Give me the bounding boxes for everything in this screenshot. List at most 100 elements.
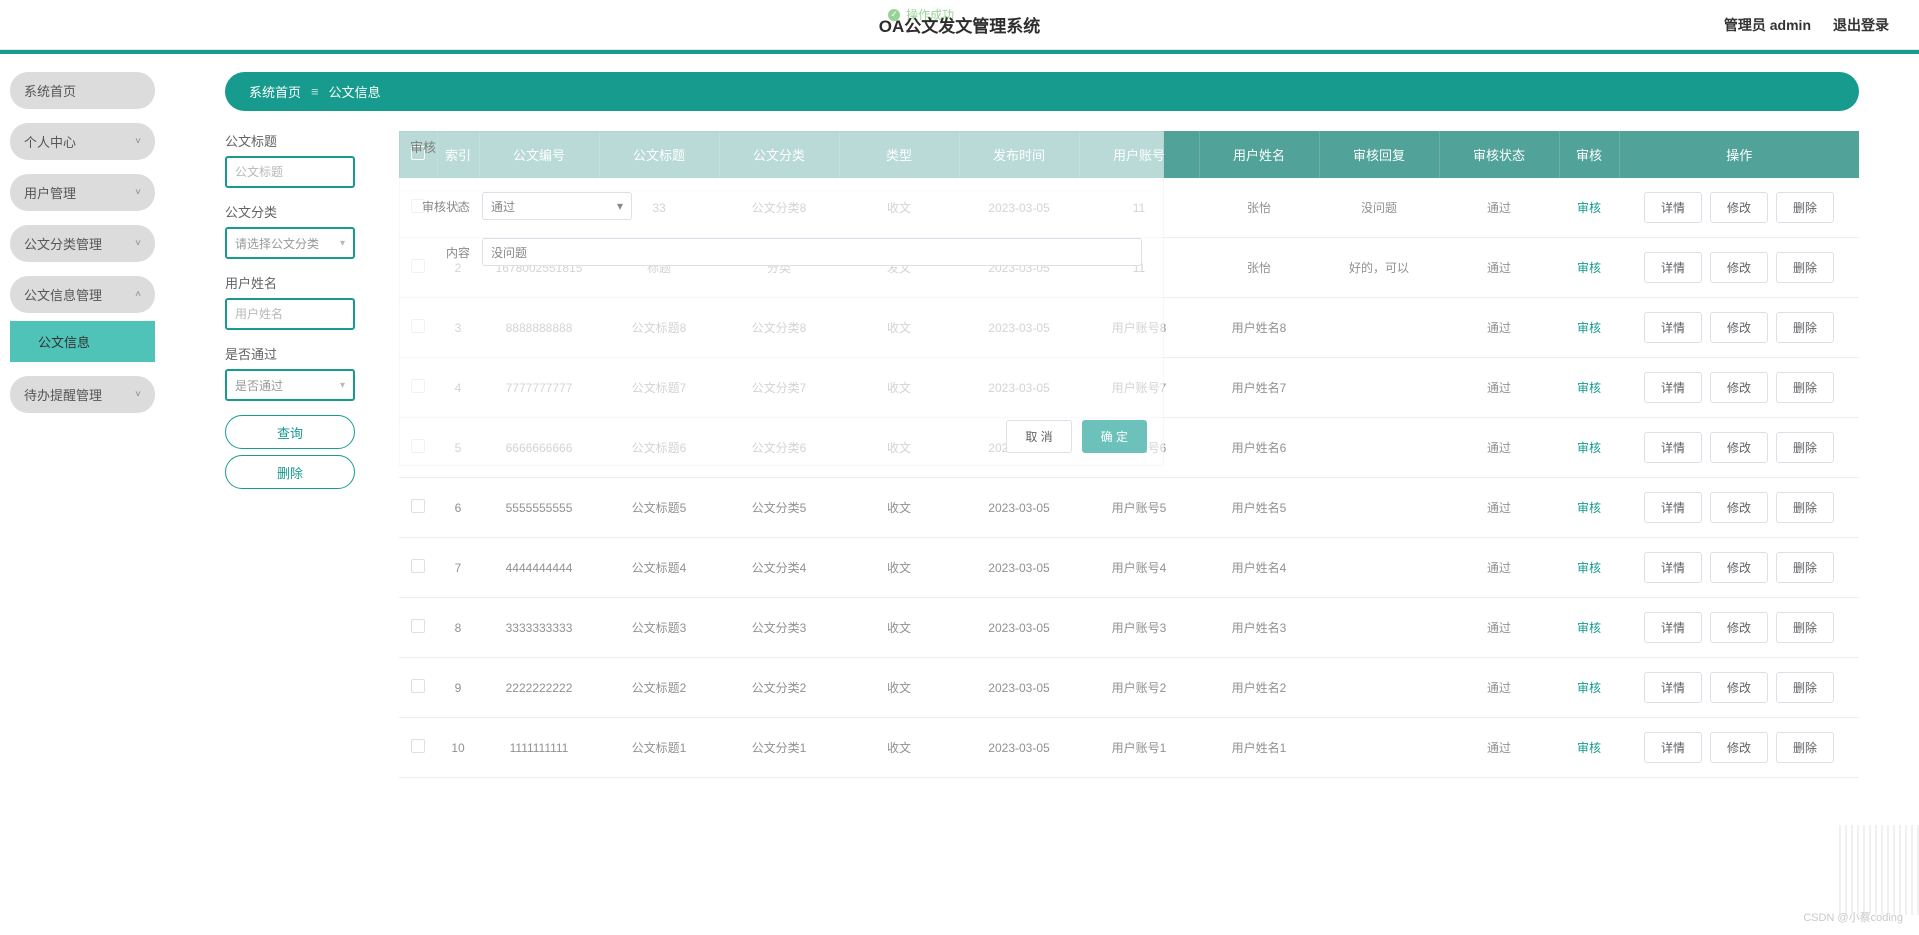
row-delete-button[interactable]: 删除 [1776, 432, 1834, 463]
row-checkbox[interactable] [411, 679, 425, 693]
current-user[interactable]: 管理员 admin [1724, 15, 1811, 35]
sidebar-item-0[interactable]: 系统首页 [10, 72, 155, 109]
filter-pass-select[interactable]: 是否通过 ▾ [225, 369, 355, 401]
filter-title-label: 公文标题 [225, 131, 385, 150]
row-edit-button[interactable]: 修改 [1710, 612, 1768, 643]
table-row: 1167800257171733公文分类8收文2023-03-0511张怡没问题… [399, 178, 1859, 238]
table-cell [1319, 358, 1439, 418]
row-detail-button[interactable]: 详情 [1644, 672, 1702, 703]
table-cell: 2023-03-05 [959, 298, 1079, 358]
audit-link[interactable]: 审核 [1577, 621, 1601, 635]
row-detail-button[interactable]: 详情 [1644, 312, 1702, 343]
row-delete-button[interactable]: 删除 [1776, 372, 1834, 403]
audit-link[interactable]: 审核 [1577, 741, 1601, 755]
audit-link[interactable]: 审核 [1577, 501, 1601, 515]
row-edit-button[interactable]: 修改 [1710, 492, 1768, 523]
filter-name-input[interactable] [225, 298, 355, 330]
row-edit-button[interactable]: 修改 [1710, 312, 1768, 343]
row-detail-button[interactable]: 详情 [1644, 372, 1702, 403]
row-detail-button[interactable]: 详情 [1644, 432, 1702, 463]
table-cell [399, 418, 437, 478]
filter-title-input[interactable] [225, 156, 355, 188]
table-cell: 公文分类5 [719, 478, 839, 538]
table-cell: 详情修改删除 [1619, 418, 1859, 478]
row-detail-button[interactable]: 详情 [1644, 192, 1702, 223]
row-delete-button[interactable]: 删除 [1776, 672, 1834, 703]
audit-link[interactable]: 审核 [1577, 321, 1601, 335]
table-cell: 2222222222 [479, 658, 599, 718]
table-cell: 详情修改删除 [1619, 298, 1859, 358]
row-detail-button[interactable]: 详情 [1644, 552, 1702, 583]
row-checkbox[interactable] [411, 439, 425, 453]
row-delete-button[interactable]: 删除 [1776, 192, 1834, 223]
row-edit-button[interactable]: 修改 [1710, 432, 1768, 463]
row-edit-button[interactable]: 修改 [1710, 552, 1768, 583]
table-cell: 用户姓名3 [1199, 598, 1319, 658]
table-cell: 收文 [839, 298, 959, 358]
table-row: 74444444444公文标题4公文分类4收文2023-03-05用户账号4用户… [399, 538, 1859, 598]
table-cell: 公文标题3 [599, 598, 719, 658]
row-edit-button[interactable]: 修改 [1710, 252, 1768, 283]
filter-name-field[interactable] [235, 307, 345, 321]
modal-cancel-button[interactable]: 取 消 [1006, 420, 1071, 453]
row-delete-button[interactable]: 删除 [1776, 312, 1834, 343]
sidebar-item-5[interactable]: 待办提醒管理˅ [10, 376, 155, 413]
row-detail-button[interactable]: 详情 [1644, 252, 1702, 283]
query-button[interactable]: 查询 [225, 415, 355, 449]
row-checkbox[interactable] [411, 259, 425, 273]
row-edit-button[interactable]: 修改 [1710, 732, 1768, 763]
sidebar-item-2[interactable]: 用户管理˅ [10, 174, 155, 211]
table-cell: 7777777777 [479, 358, 599, 418]
sidebar-item-label: 公文分类管理 [24, 234, 102, 253]
row-edit-button[interactable]: 修改 [1710, 192, 1768, 223]
audit-link[interactable]: 审核 [1577, 261, 1601, 275]
table-cell: 详情修改删除 [1619, 538, 1859, 598]
row-delete-button[interactable]: 删除 [1776, 552, 1834, 583]
row-detail-button[interactable]: 详情 [1644, 732, 1702, 763]
row-checkbox[interactable] [411, 739, 425, 753]
breadcrumb-home[interactable]: 系统首页 [249, 82, 301, 101]
audit-link[interactable]: 审核 [1577, 441, 1601, 455]
row-checkbox[interactable] [411, 379, 425, 393]
table-cell: 公文标题1 [599, 718, 719, 778]
table-cell: 收文 [839, 478, 959, 538]
table-cell: 详情修改删除 [1619, 658, 1859, 718]
table-cell: 公文分类4 [719, 538, 839, 598]
row-checkbox[interactable] [411, 319, 425, 333]
table-cell: 收文 [839, 718, 959, 778]
audit-link[interactable]: 审核 [1577, 561, 1601, 575]
column-header: 公文分类 [719, 131, 839, 178]
sidebar-subitem[interactable]: 公文信息 [10, 321, 155, 362]
row-checkbox[interactable] [411, 499, 425, 513]
row-detail-button[interactable]: 详情 [1644, 492, 1702, 523]
row-edit-button[interactable]: 修改 [1710, 372, 1768, 403]
table-cell: 1678002551815 [479, 238, 599, 298]
row-delete-button[interactable]: 删除 [1776, 732, 1834, 763]
filter-title-field[interactable] [235, 165, 345, 179]
table-cell: 详情修改删除 [1619, 598, 1859, 658]
modal-ok-button[interactable]: 确 定 [1082, 420, 1147, 453]
row-delete-button[interactable]: 删除 [1776, 492, 1834, 523]
sidebar-item-3[interactable]: 公文分类管理˅ [10, 225, 155, 262]
row-checkbox[interactable] [411, 559, 425, 573]
select-all-checkbox[interactable] [411, 146, 425, 160]
row-delete-button[interactable]: 删除 [1776, 252, 1834, 283]
sidebar-item-1[interactable]: 个人中心˅ [10, 123, 155, 160]
logout-link[interactable]: 退出登录 [1833, 15, 1889, 35]
table-cell: 公文分类2 [719, 658, 839, 718]
audit-link[interactable]: 审核 [1577, 201, 1601, 215]
table-row: 101111111111公文标题1公文分类1收文2023-03-05用户账号1用… [399, 718, 1859, 778]
delete-button[interactable]: 删除 [225, 455, 355, 489]
table-cell [399, 478, 437, 538]
row-checkbox[interactable] [411, 199, 425, 213]
row-edit-button[interactable]: 修改 [1710, 672, 1768, 703]
row-checkbox[interactable] [411, 619, 425, 633]
sidebar-item-4[interactable]: 公文信息管理˄ [10, 276, 155, 313]
row-detail-button[interactable]: 详情 [1644, 612, 1702, 643]
row-delete-button[interactable]: 删除 [1776, 612, 1834, 643]
table-cell: 3 [437, 298, 479, 358]
chevron-down-icon: ▾ [340, 380, 345, 391]
audit-link[interactable]: 审核 [1577, 681, 1601, 695]
audit-link[interactable]: 审核 [1577, 381, 1601, 395]
filter-cat-select[interactable]: 请选择公文分类 ▾ [225, 227, 355, 259]
